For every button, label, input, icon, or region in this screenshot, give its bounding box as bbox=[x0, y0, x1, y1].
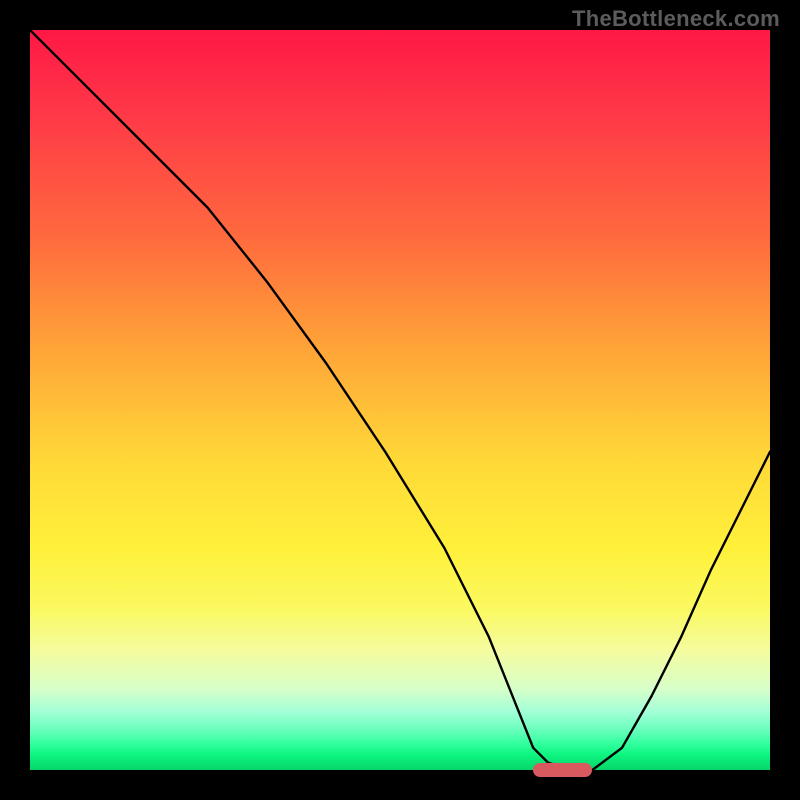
optimal-marker bbox=[533, 763, 592, 777]
curve-path bbox=[30, 30, 770, 770]
plot-area bbox=[30, 30, 770, 770]
bottleneck-curve bbox=[30, 30, 770, 770]
watermark-text: TheBottleneck.com bbox=[572, 6, 780, 32]
chart-stage: TheBottleneck.com bbox=[0, 0, 800, 800]
